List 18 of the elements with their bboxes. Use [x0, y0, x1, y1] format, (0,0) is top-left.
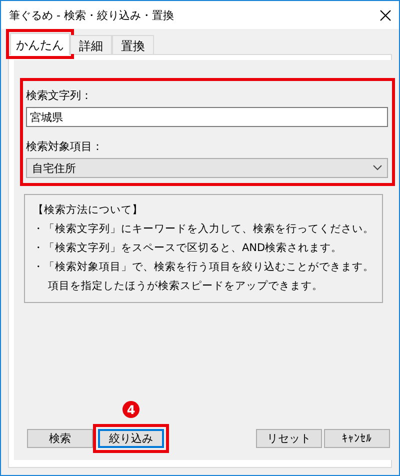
- info-text: ・「検索文字列」をスペースで区切ると、AND検索されます。: [33, 241, 344, 255]
- info-text: ・「検索対象項目」で、検索を行う項目を絞り込むことができます。: [33, 260, 374, 274]
- dialog-button[interactable]: 検索: [27, 429, 93, 448]
- tab[interactable]: 詳細: [70, 35, 112, 54]
- chevron-down-icon: [373, 165, 382, 171]
- dialog-button[interactable]: ｷｬﾝｾﾙ: [324, 429, 390, 448]
- field-label: 検索対象項目：: [26, 139, 104, 154]
- dialog-button[interactable]: リセット: [256, 429, 322, 448]
- tab[interactable]: 置換: [112, 35, 154, 54]
- info-text: ・「検索文字列」にキーワードを入力して、検索を行ってください。: [33, 222, 374, 236]
- field-label: 検索文字列：: [26, 88, 93, 103]
- info-heading: 【検索方法について】: [33, 203, 144, 217]
- step-number-badge: 4: [122, 401, 140, 418]
- search-field[interactable]: 宮城県: [26, 107, 388, 127]
- window-title: 筆ぐるめ - 検索・絞り込み・置換: [9, 8, 174, 22]
- target-dropdown[interactable]: 自宅住所: [26, 158, 388, 178]
- info-text: 項目を指定したほうが検索スピードをアップできます。: [47, 279, 324, 293]
- close-icon[interactable]: [380, 10, 391, 20]
